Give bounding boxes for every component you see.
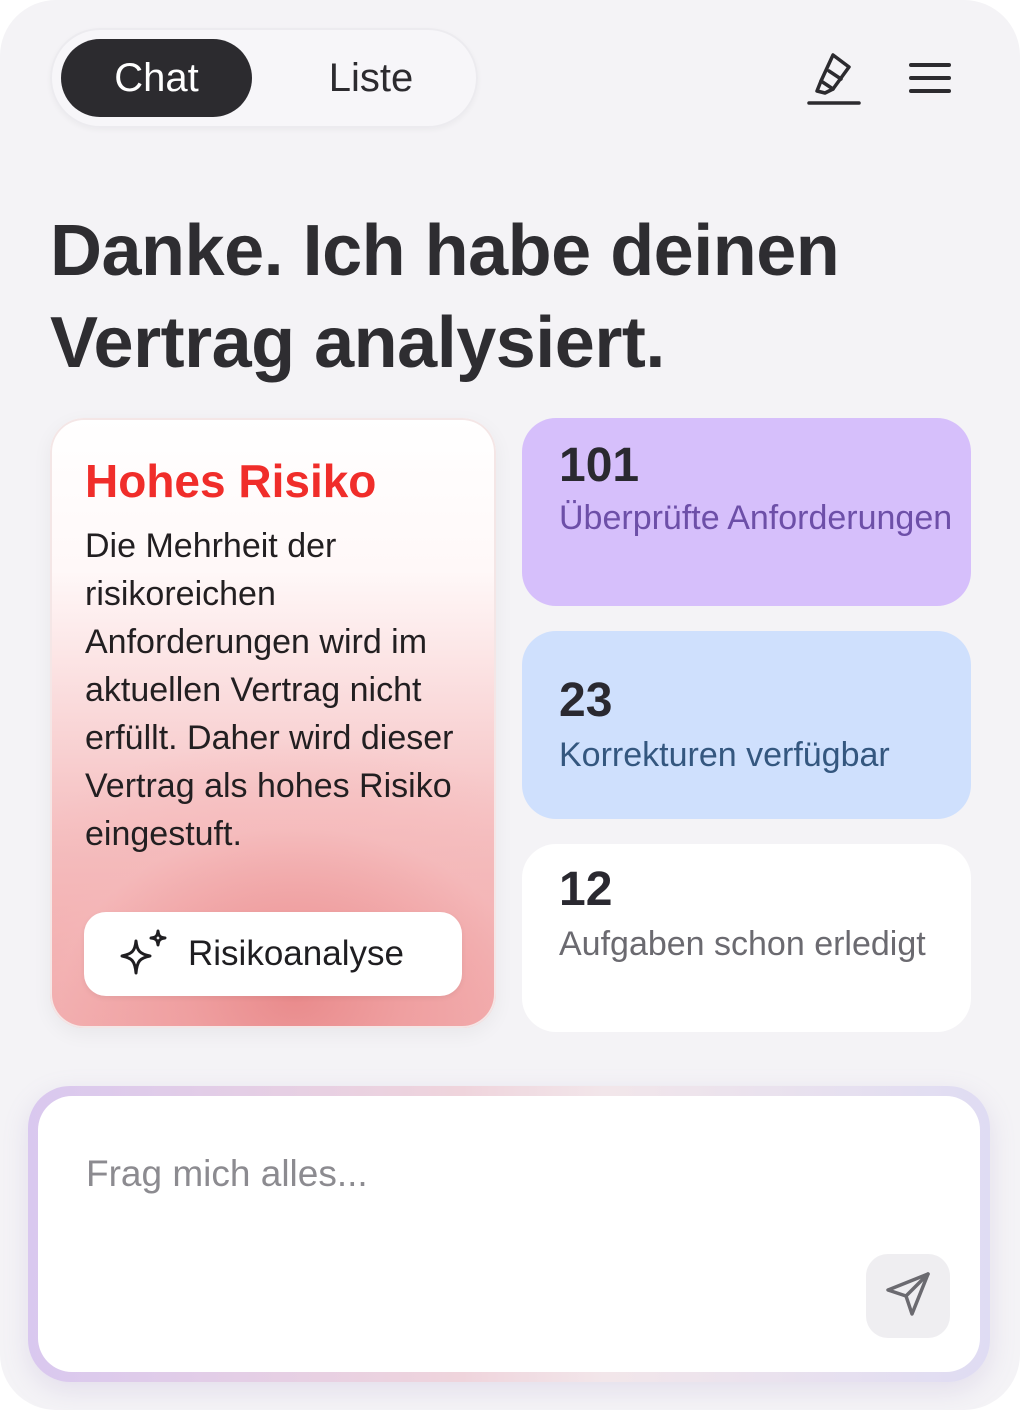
risk-card: Hohes Risiko Die Mehrheit der risikoreic… <box>50 418 496 1028</box>
send-button[interactable] <box>866 1254 950 1338</box>
app-window: Chat Liste Danke. Ich habe deinen Vertra… <box>0 0 1020 1410</box>
view-switcher: Chat Liste <box>50 28 478 128</box>
stat-label: Aufgaben schon erledigt <box>559 925 926 963</box>
chat-input[interactable] <box>86 1144 846 1204</box>
risk-analysis-label: Risikoanalyse <box>188 934 404 973</box>
risk-analysis-button[interactable]: Risikoanalyse <box>84 912 462 996</box>
highlighter-icon[interactable] <box>803 48 863 108</box>
stat-label: Korrekturen verfügbar <box>559 736 890 774</box>
stat-label: Überprüfte Anforderungen <box>559 499 953 537</box>
sparkle-icon <box>116 929 172 979</box>
tab-liste[interactable]: Liste <box>278 39 464 117</box>
risk-title: Hohes Risiko <box>85 455 377 507</box>
page-title: Danke. Ich habe deinen Vertrag analysier… <box>50 211 840 383</box>
tab-chat[interactable]: Chat <box>61 39 252 117</box>
stat-value: 23 <box>559 674 613 727</box>
stat-card-tasks[interactable]: 12 Aufgaben schon erledigt <box>522 844 971 1032</box>
stat-card-requirements[interactable]: 101 Überprüfte Anforderungen <box>522 418 971 606</box>
menu-icon[interactable] <box>900 48 960 108</box>
chat-input-box <box>38 1096 980 1372</box>
send-icon <box>882 1268 934 1325</box>
stat-value: 101 <box>559 439 640 492</box>
stat-value: 12 <box>559 863 613 916</box>
chat-composer <box>28 1086 990 1382</box>
risk-description: Die Mehrheit der risikoreichen Anforderu… <box>85 527 454 853</box>
stat-card-corrections[interactable]: 23 Korrekturen verfügbar <box>522 631 971 819</box>
